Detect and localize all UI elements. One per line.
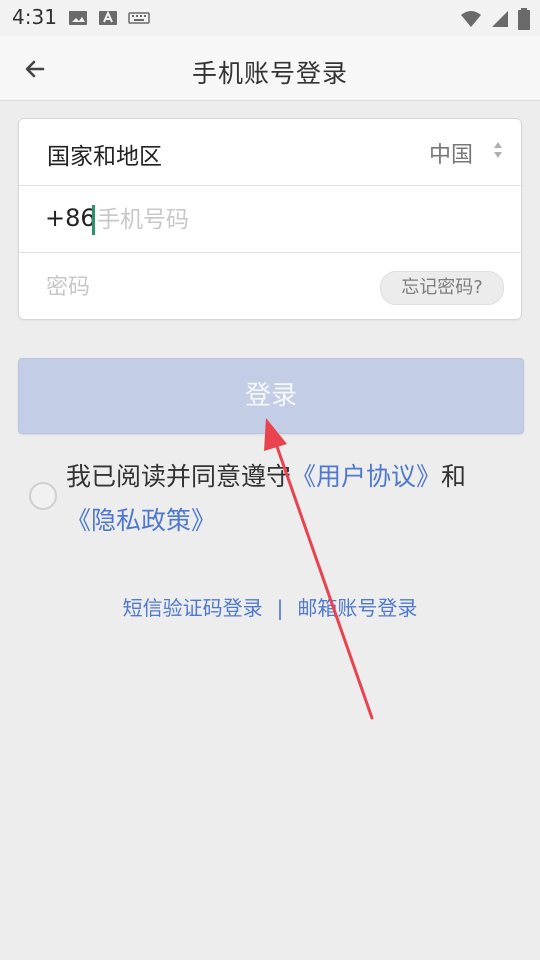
country-row[interactable]: 国家和地区 中国: [19, 119, 521, 186]
agreement-prefix: 我已阅读并同意遵守: [66, 462, 292, 491]
status-left-icons: [68, 9, 150, 27]
status-right-icons: [460, 8, 530, 30]
sort-icon[interactable]: [493, 141, 503, 159]
privacy-policy-link[interactable]: 《隐私政策》: [66, 506, 216, 535]
wifi-icon: [461, 11, 481, 27]
alternate-login-links: 短信验证码登录 | 邮箱账号登录: [0, 592, 540, 621]
email-login-link[interactable]: 邮箱账号登录: [297, 596, 417, 620]
user-agreement-link[interactable]: 《用户协议》: [291, 462, 441, 491]
password-row: 忘记密码?: [19, 253, 521, 319]
password-input[interactable]: [44, 269, 348, 305]
battery-icon: [518, 8, 530, 30]
login-form-card: 国家和地区 中国 +86 忘记密码?: [18, 118, 522, 320]
page-title: 手机账号登录: [191, 59, 348, 88]
status-time: 4:31: [12, 5, 57, 29]
country-label: 国家和地区: [47, 144, 162, 170]
keyboard-icon: [128, 12, 150, 24]
phone-input[interactable]: [95, 202, 479, 238]
app-header: 手机账号登录: [0, 36, 540, 101]
text-icon: [99, 10, 117, 25]
alternate-login-separator: |: [276, 596, 284, 620]
phone-row: +86: [19, 186, 521, 253]
agreement-radio[interactable]: [29, 482, 57, 510]
image-icon: [69, 11, 87, 25]
status-bar: 4:31: [0, 0, 540, 36]
agreement-conjunction: 和: [441, 462, 467, 491]
login-button[interactable]: 登录: [18, 358, 524, 434]
country-value[interactable]: 中国: [429, 137, 473, 169]
forgot-password-button[interactable]: 忘记密码?: [380, 271, 504, 305]
country-code: +86: [45, 204, 96, 232]
sms-login-link[interactable]: 短信验证码登录: [123, 596, 263, 620]
signal-icon: [492, 11, 508, 27]
agreement-text: 我已阅读并同意遵守《用户协议》和《隐私政策》: [66, 455, 508, 543]
